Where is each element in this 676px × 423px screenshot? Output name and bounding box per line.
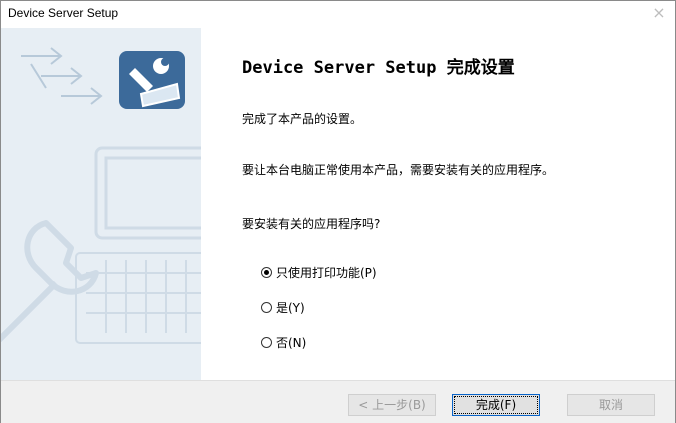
setup-window: Device Server Setup × Device Server Setu… (0, 0, 676, 423)
radio-selected-icon[interactable] (261, 267, 272, 278)
sidebar-illustration (1, 28, 201, 380)
network-arrows-icon (21, 47, 103, 105)
content-panel: Device Server Setup 完成设置 完成了本产品的设置。 要让本台… (201, 28, 675, 380)
finish-label: 完成(F) (475, 398, 517, 412)
window-title: Device Server Setup (8, 6, 119, 20)
title-bar: Device Server Setup × (1, 1, 675, 28)
back-button[interactable]: < 上一步(B) (348, 394, 436, 416)
keyboard-icon (75, 252, 201, 344)
radio-unselected-icon[interactable] (261, 337, 272, 348)
page-title: Device Server Setup 完成设置 (242, 58, 515, 78)
option-yes[interactable]: 是(Y) (261, 299, 305, 316)
wrench-icon (1, 220, 99, 343)
option-print-only[interactable]: 只使用打印功能(P) (261, 264, 377, 281)
cancel-button[interactable]: 取消 (567, 394, 655, 416)
button-bar: < 上一步(B) 完成(F) 取消 (1, 380, 675, 423)
app-logo-icon (119, 51, 185, 109)
completion-text: 完成了本产品的设置。 (242, 112, 363, 126)
option-label[interactable]: 否(N) (276, 334, 306, 351)
finish-button[interactable]: 完成(F) (452, 394, 540, 416)
close-icon[interactable]: × (649, 3, 669, 23)
question-text: 要安装有关的应用程序吗? (242, 217, 381, 231)
radio-unselected-icon[interactable] (261, 302, 272, 313)
info-text: 要让本台电脑正常使用本产品，需要安装有关的应用程序。 (242, 163, 555, 177)
option-no[interactable]: 否(N) (261, 334, 306, 351)
option-label[interactable]: 只使用打印功能(P) (276, 264, 377, 281)
computer-outline-icon (94, 146, 201, 240)
option-label[interactable]: 是(Y) (276, 299, 305, 316)
